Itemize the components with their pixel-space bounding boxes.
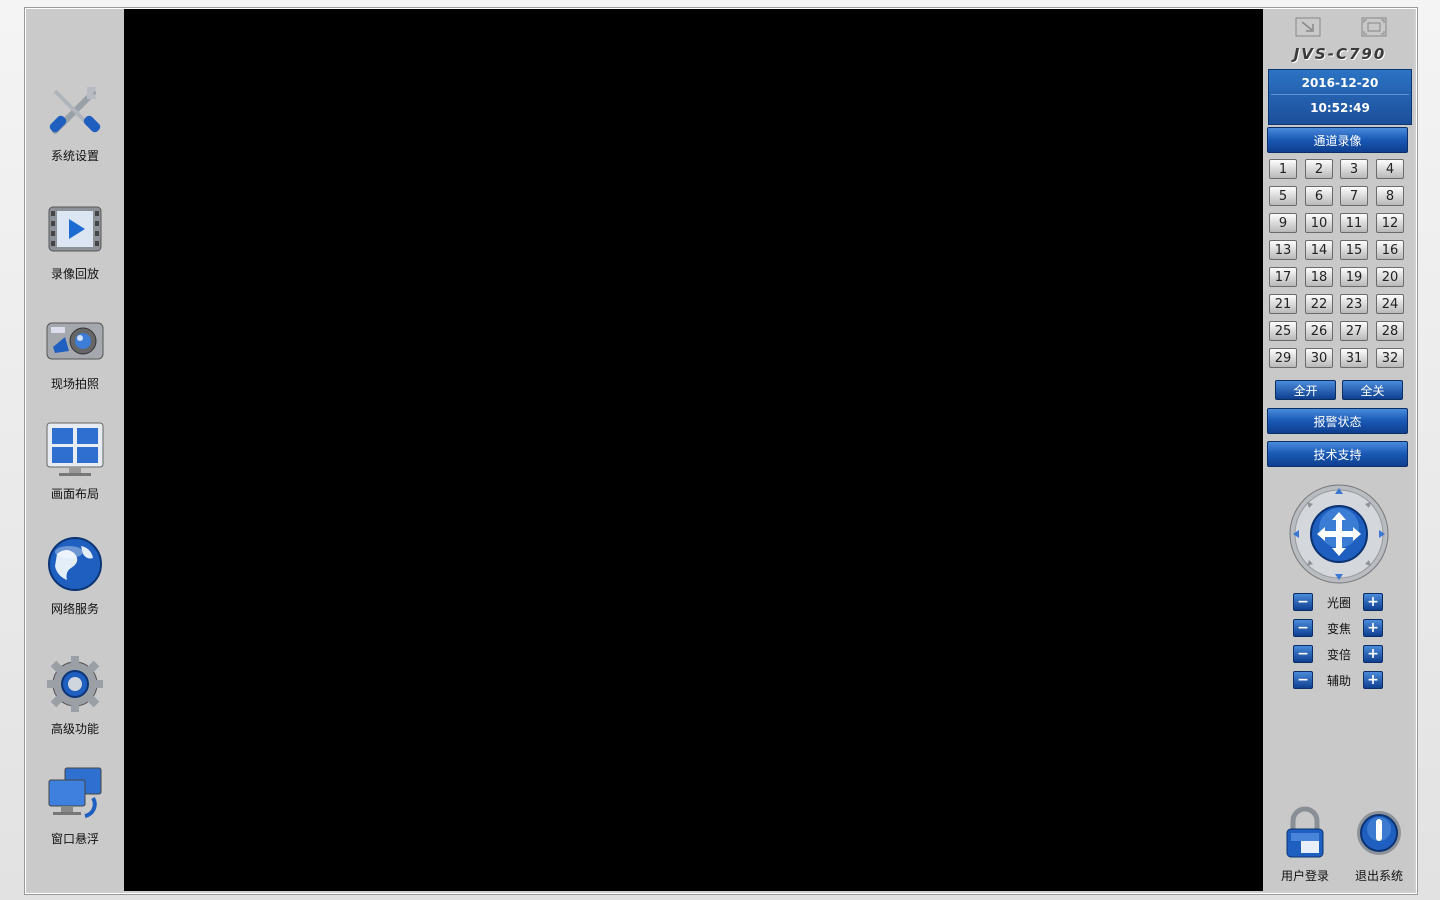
monitors-icon <box>48 767 102 818</box>
channel-button[interactable]: 20 <box>1376 267 1404 287</box>
nav-system-settings[interactable]: 系统设置 <box>26 79 124 164</box>
nav-network[interactable]: 网络服务 <box>26 532 124 617</box>
nav-label: 网络服务 <box>50 602 99 616</box>
time-text: 10:52:49 <box>1310 101 1370 115</box>
channel-button[interactable]: 32 <box>1376 348 1404 368</box>
channel-button[interactable]: 28 <box>1376 321 1404 341</box>
focus-minus-button[interactable]: − <box>1293 619 1313 637</box>
lock-icon <box>1286 806 1324 858</box>
iris-minus-button[interactable]: − <box>1293 593 1313 611</box>
channel-button[interactable]: 6 <box>1305 186 1333 206</box>
tools-icon <box>49 87 101 134</box>
zoom-control: − 变倍 + <box>1293 645 1385 665</box>
channel-button[interactable]: 4 <box>1376 159 1404 179</box>
channel-button[interactable]: 25 <box>1269 321 1297 341</box>
channel-button[interactable]: 7 <box>1340 186 1368 206</box>
aux-label: 辅助 <box>1326 674 1351 688</box>
channel-button[interactable]: 29 <box>1269 348 1297 368</box>
datetime-display: 2016-12-20 10:52:49 <box>1268 69 1412 125</box>
iris-plus-button[interactable]: + <box>1363 593 1383 611</box>
channel-button[interactable]: 13 <box>1269 240 1297 260</box>
channel-button[interactable]: 23 <box>1340 294 1368 314</box>
all-on-button[interactable]: 全开 <box>1275 380 1336 400</box>
user-login-button[interactable]: 用户登录 <box>1275 805 1335 884</box>
channel-button[interactable]: 1 <box>1269 159 1297 179</box>
focus-control: − 变焦 + <box>1293 619 1385 639</box>
channel-button[interactable]: 22 <box>1305 294 1333 314</box>
channel-button[interactable]: 21 <box>1269 294 1297 314</box>
left-sidebar: 系统设置 录像回放 现场拍照 画面布局 网络服务 高级功能 窗口悬浮 <box>26 9 124 891</box>
all-off-button[interactable]: 全关 <box>1342 380 1403 400</box>
fullscreen-icon[interactable] <box>1361 17 1387 37</box>
channel-record-button[interactable]: 通道录像 <box>1267 127 1408 153</box>
camera-icon <box>46 322 104 360</box>
exit-system-button[interactable]: 退出系统 <box>1349 805 1409 884</box>
channel-button[interactable]: 5 <box>1269 186 1297 206</box>
nav-snapshot[interactable]: 现场拍照 <box>26 307 124 392</box>
aux-control: − 辅助 + <box>1293 671 1385 691</box>
channel-button[interactable]: 30 <box>1305 348 1333 368</box>
channel-button[interactable]: 8 <box>1376 186 1404 206</box>
aux-plus-button[interactable]: + <box>1363 671 1383 689</box>
nav-advanced[interactable]: 高级功能 <box>26 652 124 737</box>
channel-button[interactable]: 17 <box>1269 267 1297 287</box>
user-login-label: 用户登录 <box>1280 869 1329 883</box>
channel-button[interactable]: 27 <box>1340 321 1368 341</box>
focus-label: 变焦 <box>1326 622 1351 636</box>
channel-button[interactable]: 16 <box>1376 240 1404 260</box>
date-text: 2016-12-20 <box>1301 76 1379 90</box>
iris-label: 光圈 <box>1326 596 1351 610</box>
nav-label: 画面布局 <box>50 487 99 501</box>
brand-logo: JVS-C790 <box>1293 45 1387 63</box>
channel-button[interactable]: 10 <box>1305 213 1333 233</box>
minimize-icon[interactable] <box>1295 17 1321 37</box>
film-play-icon <box>48 206 102 252</box>
channel-button[interactable]: 9 <box>1269 213 1297 233</box>
channel-button[interactable]: 31 <box>1340 348 1368 368</box>
zoom-plus-button[interactable]: + <box>1363 645 1383 663</box>
tech-support-button[interactable]: 技术支持 <box>1267 441 1408 467</box>
zoom-label: 变倍 <box>1326 648 1351 662</box>
ptz-direction-pad[interactable] <box>1289 484 1389 584</box>
channel-button[interactable]: 2 <box>1305 159 1333 179</box>
nav-layout[interactable]: 画面布局 <box>26 417 124 502</box>
nav-label: 系统设置 <box>50 149 99 163</box>
alarm-status-button[interactable]: 报警状态 <box>1267 408 1408 434</box>
channel-button[interactable]: 19 <box>1340 267 1368 287</box>
iris-control: − 光圈 + <box>1293 593 1385 613</box>
gear-icon <box>47 656 103 712</box>
channel-button[interactable]: 26 <box>1305 321 1333 341</box>
channel-button[interactable]: 11 <box>1340 213 1368 233</box>
channel-button[interactable]: 15 <box>1340 240 1368 260</box>
exit-system-label: 退出系统 <box>1354 869 1403 883</box>
aux-minus-button[interactable]: − <box>1293 671 1313 689</box>
nav-label: 录像回放 <box>50 267 99 281</box>
layout-grid-icon <box>46 422 104 476</box>
zoom-minus-button[interactable]: − <box>1293 645 1313 663</box>
nav-label: 现场拍照 <box>50 377 99 391</box>
channel-button[interactable]: 18 <box>1305 267 1333 287</box>
power-icon <box>1357 811 1401 855</box>
focus-plus-button[interactable]: + <box>1363 619 1383 637</box>
nav-float-window[interactable]: 窗口悬浮 <box>26 762 124 847</box>
nav-label: 窗口悬浮 <box>50 832 99 846</box>
channel-button[interactable]: 12 <box>1376 213 1404 233</box>
channel-button[interactable]: 14 <box>1305 240 1333 260</box>
channel-button[interactable]: 3 <box>1340 159 1368 179</box>
globe-icon <box>48 537 102 591</box>
nav-playback[interactable]: 录像回放 <box>26 197 124 282</box>
nav-label: 高级功能 <box>50 722 99 736</box>
channel-button[interactable]: 24 <box>1376 294 1404 314</box>
right-control-panel: JVS-C790 2016-12-20 10:52:49 通道录像 1 2 3 … <box>1263 9 1414 891</box>
video-display-area[interactable] <box>124 9 1263 891</box>
